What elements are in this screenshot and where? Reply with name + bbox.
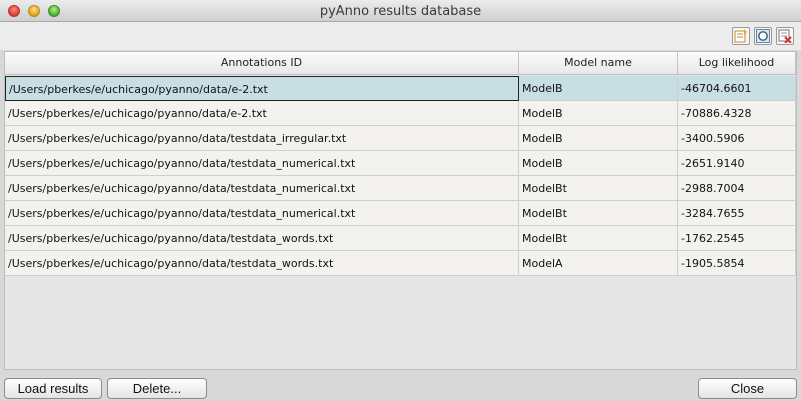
load-results-button[interactable]: Load results xyxy=(4,378,102,399)
log-likelihood-cell[interactable]: -1905.5854 xyxy=(678,251,796,276)
window-title: pyAnno results database xyxy=(319,4,482,19)
log-likelihood-cell[interactable]: -3400.5906 xyxy=(678,126,796,151)
model-name-cell[interactable]: ModelBt xyxy=(519,226,678,251)
table-row[interactable]: /Users/pberkes/e/uchicago/pyanno/data/te… xyxy=(5,201,796,226)
log-likelihood-cell[interactable]: -70886.4328 xyxy=(678,101,796,126)
annotations-id-cell[interactable]: /Users/pberkes/e/uchicago/pyanno/data/e-… xyxy=(5,76,519,101)
table-header: Annotations ID Model name Log likelihood xyxy=(5,52,796,75)
annotations-id-cell[interactable]: /Users/pberkes/e/uchicago/pyanno/data/te… xyxy=(5,226,519,251)
delete-row-button[interactable] xyxy=(776,27,794,45)
delete-row-icon xyxy=(778,29,792,43)
results-table: Annotations ID Model name Log likelihood… xyxy=(4,51,797,370)
table-row[interactable]: /Users/pberkes/e/uchicago/pyanno/data/te… xyxy=(5,251,796,276)
annotations-id-cell[interactable]: /Users/pberkes/e/uchicago/pyanno/data/te… xyxy=(5,176,519,201)
model-name-cell[interactable]: ModelB xyxy=(519,76,678,101)
log-likelihood-cell[interactable]: -2651.9140 xyxy=(678,151,796,176)
close-button[interactable]: Close xyxy=(698,378,797,399)
model-name-cell[interactable]: ModelB xyxy=(519,151,678,176)
annotations-id-cell[interactable]: /Users/pberkes/e/uchicago/pyanno/data/te… xyxy=(5,151,519,176)
add-row-button[interactable] xyxy=(732,27,750,45)
column-header-model-name[interactable]: Model name xyxy=(519,52,678,74)
model-name-cell[interactable]: ModelB xyxy=(519,126,678,151)
annotations-id-cell[interactable]: /Users/pberkes/e/uchicago/pyanno/data/te… xyxy=(5,201,519,226)
delete-button[interactable]: Delete... xyxy=(107,378,207,399)
model-name-cell[interactable]: ModelB xyxy=(519,101,678,126)
title-bar: pyAnno results database xyxy=(0,0,801,22)
log-likelihood-cell[interactable]: -46704.6601 xyxy=(678,76,796,101)
log-likelihood-cell[interactable]: -1762.2545 xyxy=(678,226,796,251)
model-name-cell[interactable]: ModelA xyxy=(519,251,678,276)
annotations-id-cell[interactable]: /Users/pberkes/e/uchicago/pyanno/data/e-… xyxy=(5,101,519,126)
zoom-icon xyxy=(756,29,770,43)
table-row[interactable]: /Users/pberkes/e/uchicago/pyanno/data/te… xyxy=(5,151,796,176)
column-header-annotations-id[interactable]: Annotations ID xyxy=(5,52,519,74)
annotations-id-cell[interactable]: /Users/pberkes/e/uchicago/pyanno/data/te… xyxy=(5,251,519,276)
column-header-log-likelihood[interactable]: Log likelihood xyxy=(678,52,796,74)
model-name-cell[interactable]: ModelBt xyxy=(519,176,678,201)
table-toolbar xyxy=(0,22,801,50)
annotations-id-cell[interactable]: /Users/pberkes/e/uchicago/pyanno/data/te… xyxy=(5,126,519,151)
model-name-cell[interactable]: ModelBt xyxy=(519,201,678,226)
zoom-button[interactable] xyxy=(754,27,772,45)
table-row[interactable]: /Users/pberkes/e/uchicago/pyanno/data/e-… xyxy=(5,101,796,126)
table-row[interactable]: /Users/pberkes/e/uchicago/pyanno/data/te… xyxy=(5,176,796,201)
add-row-icon xyxy=(734,29,747,43)
table-row[interactable]: /Users/pberkes/e/uchicago/pyanno/data/te… xyxy=(5,126,796,151)
table-row[interactable]: /Users/pberkes/e/uchicago/pyanno/data/te… xyxy=(5,226,796,251)
log-likelihood-cell[interactable]: -3284.7655 xyxy=(678,201,796,226)
table-row[interactable]: /Users/pberkes/e/uchicago/pyanno/data/e-… xyxy=(5,76,796,101)
log-likelihood-cell[interactable]: -2988.7004 xyxy=(678,176,796,201)
